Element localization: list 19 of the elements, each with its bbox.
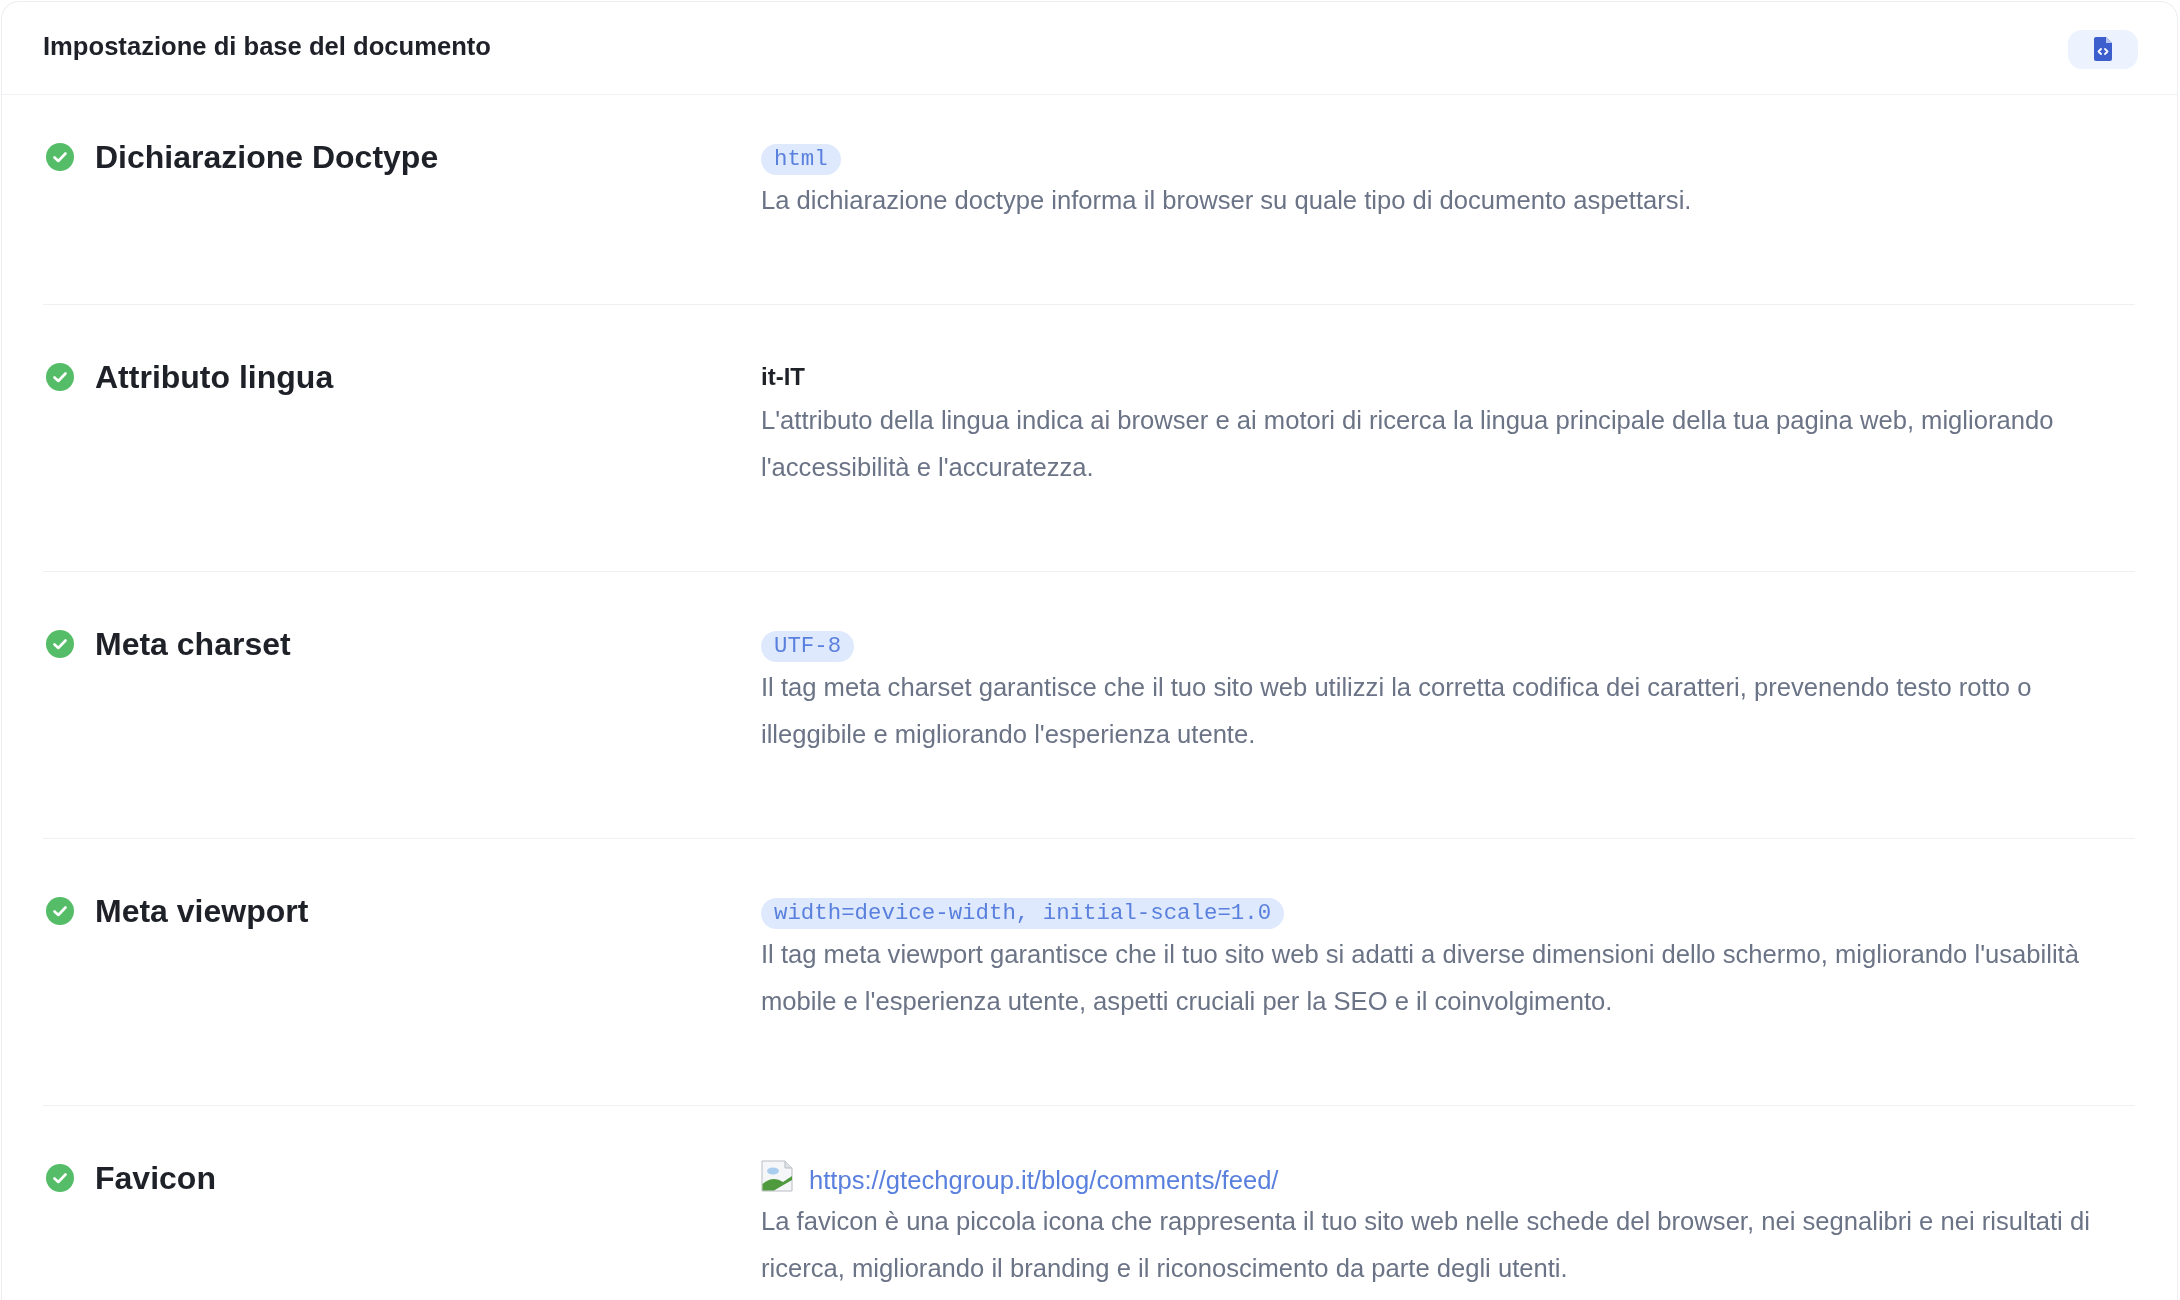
check-title: Meta viewport: [95, 892, 309, 930]
check-title: Dichiarazione Doctype: [95, 138, 439, 176]
check-description: La dichiarazione doctype informa il browser su quale tipo di documento aspettarsi.: [761, 185, 1693, 216]
code-value: html: [761, 143, 841, 175]
code-value: UTF-8: [761, 630, 855, 662]
code-file-button[interactable]: [2068, 29, 2138, 69]
code-file-icon: [2094, 37, 2112, 61]
value-text: it-IT: [761, 363, 805, 391]
favicon-link[interactable]: https://gtechgroup.it/blog/comments/feed/: [809, 1165, 1279, 1195]
section-title: Impostazione di base del documento: [43, 31, 491, 61]
image-icon: [761, 1160, 793, 1192]
code-value: width=device-width, initial-scale=1.0: [761, 897, 1285, 929]
check-description: Il tag meta charset garantisce che il tuo sito web utilizzi la corretta codifica dei caratteri, prevenendo testo rotto o illeggibile e migliorando l'esperienza utente.: [761, 672, 2033, 750]
check-title: Attributo lingua: [95, 358, 334, 396]
check-description: La favicon è una piccola icona che rappresenta il tuo sito web nelle schede del browser, nei segnalibri e nei risultati di ricerca, migliorando il branding e il riconoscimento da parte degli utenti.: [761, 1206, 2091, 1284]
check-description: Il tag meta viewport garantisce che il tuo sito web si adatti a diverse dimensioni dello schermo, migliorando l'usabilità mobile e l'esperienza utente, aspetti cruciali per la SEO e il coinvolgimento.: [761, 939, 2080, 1017]
check-description: L'attributo della lingua indica ai browser e ai motori di ricerca la lingua principale della tua pagina web, migliorando l'accessibilità e l'accuratezza.: [761, 405, 2055, 483]
check-title: Favicon: [95, 1159, 216, 1197]
check-title: Meta charset: [95, 625, 291, 663]
